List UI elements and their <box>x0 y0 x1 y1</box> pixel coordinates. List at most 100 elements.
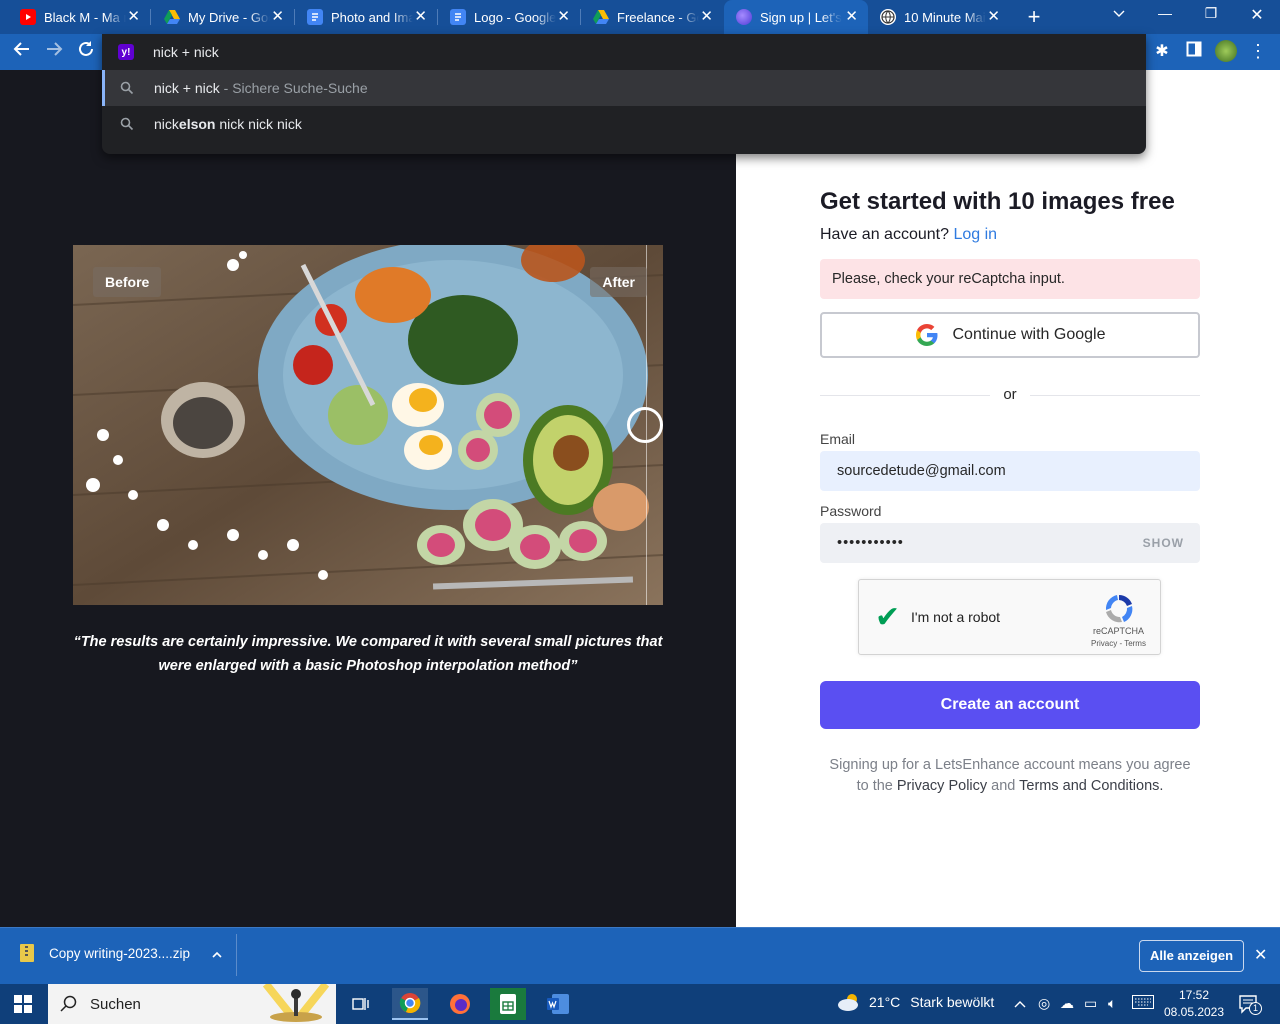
comparison-slider-handle[interactable] <box>627 407 663 443</box>
network-icon[interactable]: ▭ <box>1084 995 1097 1012</box>
after-label: After <box>590 267 647 297</box>
back-button[interactable] <box>10 40 34 64</box>
captcha-label: I'm not a robot <box>911 609 1001 625</box>
download-filename: Copy writing-2023....zip <box>49 945 191 961</box>
onedrive-cloud-icon[interactable]: ☁ <box>1060 995 1074 1012</box>
taskbar-search-box[interactable]: Suchen <box>48 984 336 1024</box>
word-taskbar-icon[interactable] <box>540 988 576 1020</box>
meet-now-icon[interactable]: ◎ <box>1038 995 1050 1012</box>
close-download-bar-icon[interactable]: ✕ <box>1254 945 1267 965</box>
page-title: Get started with 10 images free <box>820 188 1175 215</box>
checkmark-icon[interactable]: ✔ <box>875 600 900 635</box>
password-field[interactable]: ••••••••••• SHOW <box>820 523 1200 563</box>
volume-icon[interactable]: 🔈︎ <box>1108 995 1116 1012</box>
continue-with-google-button[interactable]: Continue with Google <box>820 312 1200 358</box>
tab-title: Photo and Ima <box>331 9 413 25</box>
taskbar-clock[interactable]: 17:52 08.05.2023 <box>1162 987 1226 1021</box>
chevron-up-icon[interactable] <box>212 946 222 961</box>
before-after-image[interactable]: Before After <box>73 245 663 605</box>
tab-youtube[interactable]: Black M - Ma n ✕ <box>0 0 150 34</box>
new-tab-button[interactable]: + <box>1024 4 1044 30</box>
show-hidden-icons-chevron-icon[interactable] <box>1014 995 1026 1011</box>
showcase-panel: Before After “The results are certainly … <box>0 70 736 927</box>
tab-title: Sign up | Let's <box>760 9 842 25</box>
browser-menu-icon[interactable]: ⋮ <box>1247 41 1269 62</box>
download-item[interactable]: Copy writing-2023....zip <box>20 944 222 962</box>
tab-title: Black M - Ma n <box>44 9 126 25</box>
temperature: 21°C <box>869 994 901 1010</box>
tab-photo-doc[interactable]: Photo and Ima ✕ <box>287 0 437 34</box>
task-view-icon[interactable] <box>342 988 378 1020</box>
weather-widget[interactable]: 21°C Stark bewölkt <box>836 992 994 1012</box>
terms-to-the: to the <box>856 778 893 794</box>
yahoo-search-icon: y! <box>118 44 134 60</box>
address-bar-query[interactable]: nick + nick <box>153 44 219 60</box>
privacy-policy-link[interactable]: Privacy Policy <box>897 778 987 794</box>
extensions-puzzle-icon[interactable]: ✱ <box>1151 41 1173 61</box>
tab-freelance[interactable]: Freelance - Goo ✕ <box>573 0 723 34</box>
reload-button[interactable] <box>74 40 98 64</box>
close-window-button[interactable]: ✕ <box>1242 5 1272 25</box>
recaptcha-logo-icon <box>1105 595 1133 623</box>
show-password-toggle[interactable]: SHOW <box>1143 523 1184 563</box>
search-highlight-illustration-icon <box>262 984 330 1022</box>
close-tab-icon[interactable]: ✕ <box>845 9 858 25</box>
sheets-taskbar-icon[interactable] <box>490 988 526 1020</box>
close-tab-icon[interactable]: ✕ <box>271 9 284 25</box>
minimize-button[interactable]: — <box>1150 5 1180 21</box>
download-bar: Copy writing-2023....zip Alle anzeigen ✕ <box>0 927 1280 984</box>
windows-start-icon[interactable] <box>14 995 32 1013</box>
keyboard-icon[interactable] <box>1132 995 1154 1012</box>
terms-conditions-link[interactable]: Terms and Conditions. <box>1019 778 1163 794</box>
login-link[interactable]: Log in <box>953 226 997 243</box>
page-content: Before After “The results are certainly … <box>0 70 1280 927</box>
windows-taskbar: Suchen 21°C Stark bewölkt ◎ ☁ ▭ 🔈︎ 17:52… <box>0 984 1280 1024</box>
tab-signup-letsenhance[interactable]: Sign up | Let's ✕ <box>724 0 868 34</box>
close-tab-icon[interactable]: ✕ <box>127 9 140 25</box>
tab-search-chevron-icon[interactable] <box>1104 5 1134 21</box>
email-field[interactable]: sourcedetude@gmail.com <box>820 451 1200 491</box>
suggestion-text: nick + nick <box>154 80 220 96</box>
close-tab-icon[interactable]: ✕ <box>557 9 570 25</box>
recaptcha-links[interactable]: Privacy - Terms <box>1091 639 1146 648</box>
zip-file-icon <box>20 944 34 962</box>
google-docs-icon <box>307 9 323 25</box>
google-drive-icon <box>164 9 180 25</box>
close-tab-icon[interactable]: ✕ <box>414 9 427 25</box>
food-photo <box>73 245 663 605</box>
email-label: Email <box>820 431 856 447</box>
profile-avatar[interactable] <box>1215 40 1237 62</box>
terms-text: Signing up for a LetsEnhance account mea… <box>820 755 1200 797</box>
tab-logo-doc[interactable]: Logo - Google ✕ <box>430 0 580 34</box>
omnibox-suggestion[interactable]: nick + nick - Sichere Suche-Suche <box>102 70 1146 106</box>
google-drive-icon <box>593 9 609 25</box>
show-all-downloads-button[interactable]: Alle anzeigen <box>1139 940 1244 972</box>
browser-tab-strip: Black M - Ma n ✕ My Drive - Goo ✕ Photo … <box>0 0 1280 34</box>
omnibox-suggestion[interactable]: nick elson nick nick nick <box>102 106 1146 142</box>
suggestion-prefix: nick <box>154 116 179 132</box>
tab-title: 10 Minute Mai <box>904 9 986 25</box>
restore-button[interactable]: ❐ <box>1196 5 1226 22</box>
have-account-label: Have an account? <box>820 226 949 243</box>
password-label: Password <box>820 503 882 519</box>
password-value: ••••••••••• <box>837 535 904 551</box>
google-docs-icon <box>450 9 466 25</box>
taskbar-search-placeholder: Suchen <box>90 995 141 1013</box>
recaptcha-widget: ✔ I'm not a robot reCAPTCHA Privacy - Te… <box>858 579 1161 655</box>
notification-center-icon[interactable]: 1 <box>1238 994 1262 1018</box>
close-tab-icon[interactable]: ✕ <box>700 9 713 25</box>
tab-10-minute-mail[interactable]: 10 Minute Mai ✕ <box>860 0 1010 34</box>
tab-title: Logo - Google <box>474 9 556 25</box>
forward-button[interactable] <box>42 40 66 64</box>
close-tab-icon[interactable]: ✕ <box>987 9 1000 25</box>
recaptcha-error-alert: Please, check your reCaptcha input. <box>820 259 1200 299</box>
clock-time: 17:52 <box>1178 988 1210 1002</box>
create-account-button[interactable]: Create an account <box>820 681 1200 729</box>
address-bar[interactable]: y! nick + nick <box>102 34 1146 70</box>
chrome-taskbar-icon[interactable] <box>392 988 428 1020</box>
signup-form: Get started with 10 images free Have an … <box>736 70 1280 927</box>
tab-my-drive[interactable]: My Drive - Goo ✕ <box>144 0 294 34</box>
or-separator: or <box>990 386 1030 403</box>
side-panel-icon[interactable] <box>1183 41 1205 62</box>
firefox-taskbar-icon[interactable] <box>442 988 478 1020</box>
